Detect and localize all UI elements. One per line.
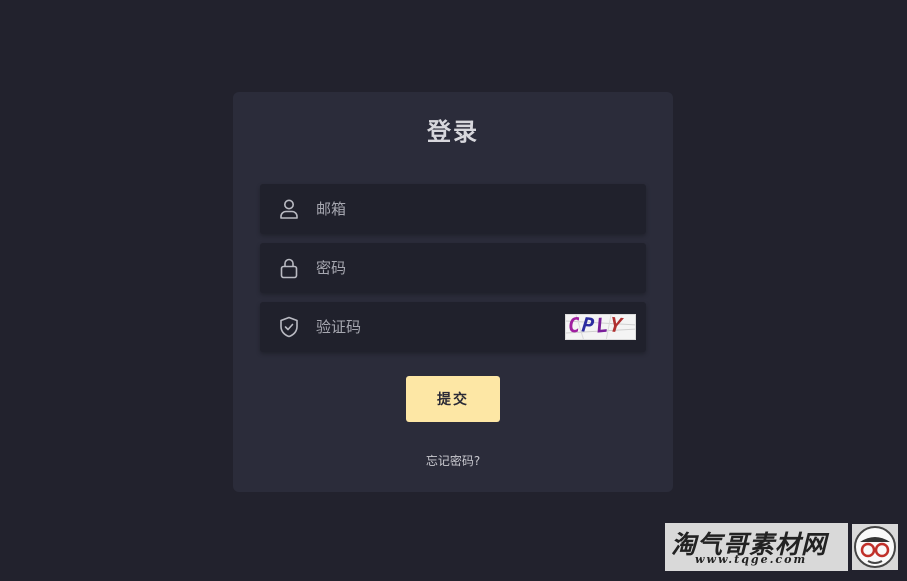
lock-icon <box>280 258 298 279</box>
password-input[interactable] <box>316 243 566 293</box>
watermark-logo-icon <box>852 524 898 570</box>
email-input[interactable] <box>316 184 566 234</box>
captcha-input[interactable] <box>316 302 566 352</box>
submit-button[interactable]: 提交 <box>406 376 500 422</box>
captcha-field[interactable]: CPLY <box>260 302 646 352</box>
login-title: 登录 <box>427 117 479 146</box>
user-icon <box>280 199 298 219</box>
password-field[interactable] <box>260 243 646 293</box>
captcha-char: Y <box>608 314 626 338</box>
watermark-url: www.tqge.com <box>695 553 808 566</box>
email-field[interactable] <box>260 184 646 234</box>
login-card: 登录 CPLY <box>233 92 673 492</box>
captcha-image[interactable]: CPLY <box>565 314 636 340</box>
forgot-password-link[interactable]: 忘记密码? <box>233 452 673 469</box>
watermark-banner: 淘气哥素材网 www.tqge.com <box>665 523 848 571</box>
captcha-code: CPLY <box>567 314 635 338</box>
shield-check-icon <box>280 316 298 338</box>
